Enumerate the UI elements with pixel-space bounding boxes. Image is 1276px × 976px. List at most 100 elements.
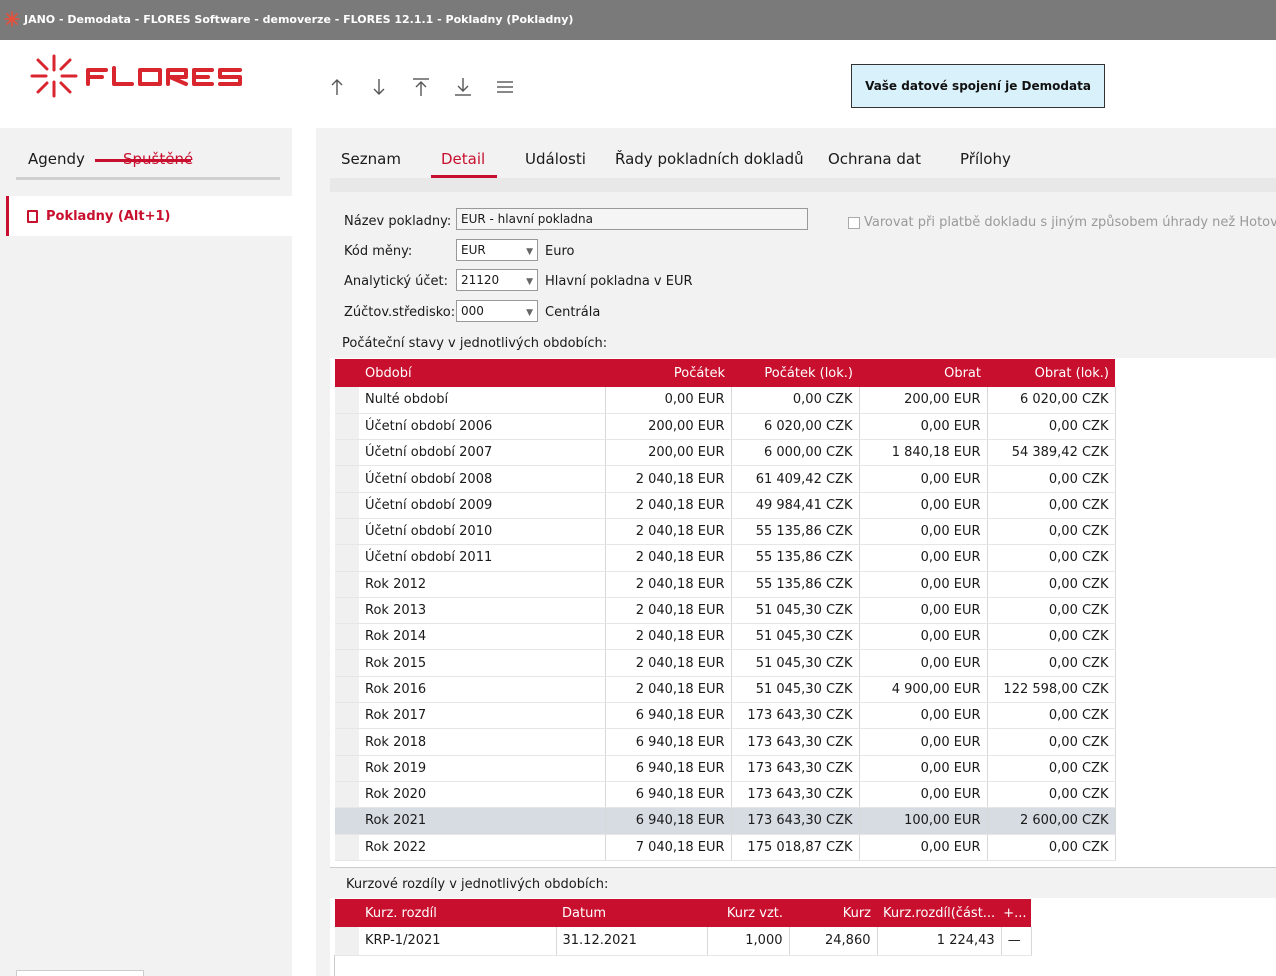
chevron-down-icon[interactable]: ▼: [526, 305, 533, 321]
column-header-obdobi[interactable]: Období: [359, 359, 605, 387]
table-row[interactable]: Rok 2014 2 040,18 EUR 51 045,30 CZK 0,00 EU…: [335, 623, 1116, 651]
sidebar-item-label: Pokladny (Alt+1): [46, 208, 171, 224]
table-cell: 0,00 EUR: [859, 755, 988, 782]
tab-rady-pokladnich-dokladu[interactable]: Řady pokladních dokladů: [615, 150, 804, 168]
column-header-kurz-rozdil[interactable]: Kurz. rozdíl: [359, 899, 556, 927]
row-selector[interactable]: [335, 755, 359, 782]
nazev-field[interactable]: EUR - hlavní pokladna: [456, 208, 808, 230]
table-cell: 2 040,18 EUR: [605, 571, 732, 598]
splitter[interactable]: [292, 128, 316, 976]
menu-icon[interactable]: [490, 72, 520, 102]
row-selector[interactable]: [335, 518, 359, 546]
column-header-kurz[interactable]: Kurz: [789, 899, 877, 927]
table-row[interactable]: Účetní období 2011 2 040,18 EUR 55 135,86 …: [335, 544, 1116, 572]
table-row[interactable]: Nulté období 0,00 EUR 0,00 CZK 200,00 EUR 6 …: [335, 387, 1116, 414]
connection-info: Vaše datové spojení je Demodata: [851, 64, 1105, 108]
table-row[interactable]: Účetní období 2006 200,00 EUR 6 020,00 CZK…: [335, 413, 1116, 441]
column-header-kurz-rozdil-cast[interactable]: Kurz.rozdíl(část...: [877, 899, 1002, 927]
table-cell: 100,00 EUR: [859, 807, 988, 835]
row-selector[interactable]: [335, 807, 359, 835]
stredisko-select[interactable]: 000 ▼: [456, 300, 538, 322]
chevron-down-icon[interactable]: ▼: [526, 244, 533, 260]
table-row[interactable]: Rok 2012 2 040,18 EUR 55 135,86 CZK 0,00 EU…: [335, 571, 1116, 598]
table-cell: 31.12.2021: [556, 927, 708, 956]
column-header-pocatek-lok[interactable]: Počátek (lok.): [731, 359, 859, 387]
table-row[interactable]: Rok 2019 6 940,18 EUR 173 643,30 CZK 0,00 E…: [335, 755, 1116, 782]
row-selector[interactable]: [335, 927, 359, 956]
table-cell: 61 409,42 CZK: [731, 465, 860, 493]
table-row[interactable]: KRP-1/2021 31.12.2021 1,000 24,860 1 224,43—: [335, 927, 1032, 956]
table-row[interactable]: Rok 2017 6 940,18 EUR 173 643,30 CZK 0,00 E…: [335, 702, 1116, 730]
table-cell: 0,00 EUR: [859, 413, 988, 441]
table-cell: 7 040,18 EUR: [605, 834, 732, 861]
table-row[interactable]: Rok 2021 6 940,18 EUR 173 643,30 CZK 100,00…: [335, 807, 1116, 835]
tab-agendy[interactable]: Agendy: [28, 150, 85, 168]
table-row[interactable]: Účetní období 2007 200,00 EUR 6 000,00 CZK…: [335, 439, 1116, 467]
table-cell: 1 224,43: [877, 927, 1002, 956]
row-selector[interactable]: [335, 597, 359, 625]
row-selector-header: [335, 359, 359, 387]
tab-seznam[interactable]: Seznam: [341, 150, 401, 168]
warn-checkbox[interactable]: Varovat při platbě dokladu s jiným způso…: [848, 215, 1276, 230]
row-selector[interactable]: [335, 676, 359, 704]
table-row[interactable]: Rok 2020 6 940,18 EUR 173 643,30 CZK 0,00 E…: [335, 781, 1116, 809]
move-to-bottom-icon[interactable]: [448, 72, 478, 102]
table-cell: 200,00 EUR: [605, 439, 732, 467]
arrow-up-icon[interactable]: [322, 72, 352, 102]
mena-value: EUR: [461, 243, 486, 257]
row-selector[interactable]: [335, 465, 359, 493]
table-row[interactable]: Rok 2015 2 040,18 EUR 51 045,30 CZK 0,00 EU…: [335, 649, 1116, 677]
row-selector[interactable]: [335, 728, 359, 756]
row-selector[interactable]: [335, 439, 359, 467]
tab-detail[interactable]: Detail: [441, 150, 485, 168]
table-row[interactable]: Rok 2022 7 040,18 EUR 175 018,87 CZK 0,00 E…: [335, 834, 1116, 861]
row-selector[interactable]: [335, 623, 359, 651]
row-selector[interactable]: [335, 492, 359, 519]
mena-select[interactable]: EUR ▼: [456, 239, 538, 261]
table-row[interactable]: Rok 2016 2 040,18 EUR 51 045,30 CZK 4 900,0…: [335, 676, 1116, 704]
table-row[interactable]: Účetní období 2010 2 040,18 EUR 55 135,86 …: [335, 518, 1116, 546]
table-cell: 0,00 CZK: [987, 465, 1116, 493]
column-header-more[interactable]: +...: [1001, 899, 1032, 927]
ucet-select[interactable]: 21120 ▼: [456, 269, 538, 291]
row-selector[interactable]: [335, 387, 359, 414]
table-cell: Rok 2016: [359, 676, 606, 704]
row-selector[interactable]: [335, 571, 359, 598]
column-header-obrat-lok[interactable]: Obrat (lok.): [987, 359, 1115, 387]
tab-ochrana-dat[interactable]: Ochrana dat: [828, 150, 921, 168]
move-to-top-icon[interactable]: [406, 72, 436, 102]
row-selector[interactable]: [335, 544, 359, 572]
tab-prilohy[interactable]: Přílohy: [960, 150, 1011, 168]
table-cell: 1 840,18 EUR: [859, 439, 988, 467]
table-row[interactable]: Rok 2013 2 040,18 EUR 51 045,30 CZK 0,00 EU…: [335, 597, 1116, 625]
sidebar-item-pokladny[interactable]: Pokladny (Alt+1): [6, 196, 292, 236]
table-cell: 2 040,18 EUR: [605, 492, 732, 519]
column-header-kurz-vzt[interactable]: Kurz vzt.: [707, 899, 789, 927]
chevron-down-icon[interactable]: ▼: [526, 274, 533, 290]
row-selector[interactable]: [335, 781, 359, 809]
table-cell: 0,00 CZK: [987, 728, 1116, 756]
checkbox-box[interactable]: [848, 216, 860, 229]
table-row[interactable]: Účetní období 2008 2 040,18 EUR 61 409,42 …: [335, 465, 1116, 493]
tab-udalosti[interactable]: Události: [525, 150, 586, 168]
table-cell: 0,00 EUR: [859, 571, 988, 598]
divider: [334, 955, 335, 976]
table-cell: 0,00 CZK: [987, 544, 1116, 572]
table-row[interactable]: Rok 2018 6 940,18 EUR 173 643,30 CZK 0,00 E…: [335, 728, 1116, 756]
row-selector[interactable]: [335, 649, 359, 677]
table-cell: 175 018,87 CZK: [731, 834, 860, 861]
column-header-datum[interactable]: Datum: [556, 899, 707, 927]
row-selector[interactable]: [335, 702, 359, 730]
table-row[interactable]: Účetní období 2009 2 040,18 EUR 49 984,41 …: [335, 492, 1116, 519]
table-cell: Nulté období: [359, 387, 606, 414]
column-header-obrat[interactable]: Obrat: [859, 359, 987, 387]
kurzove-rozdily-label: Kurzové rozdíly v jednotlivých obdobích:: [346, 877, 609, 892]
left-bottom-control[interactable]: [16, 970, 144, 976]
arrow-down-icon[interactable]: [364, 72, 394, 102]
row-selector[interactable]: [335, 413, 359, 441]
stredisko-value: 000: [461, 304, 484, 318]
row-selector[interactable]: [335, 834, 359, 861]
table-cell: Rok 2022: [359, 834, 606, 861]
column-header-pocatek[interactable]: Počátek: [605, 359, 731, 387]
table-cell: 6 940,18 EUR: [605, 755, 732, 782]
